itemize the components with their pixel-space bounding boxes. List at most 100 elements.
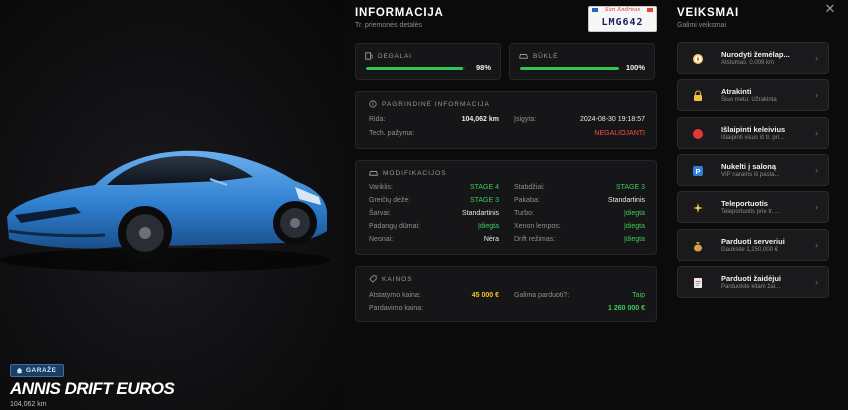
garage-badge-label: GARAŽE bbox=[26, 367, 57, 374]
action-title: Nukelti į saloną bbox=[721, 162, 777, 171]
action-document[interactable]: Parduoti žaidėjui Parduokite kitam žai...… bbox=[677, 266, 829, 298]
condition-bar-fill bbox=[520, 67, 619, 70]
mod-value: STAGE 3 bbox=[615, 184, 645, 191]
mod-value: Įdiegta bbox=[623, 223, 645, 230]
prices-heading: KAINOS bbox=[382, 275, 413, 283]
action-parking[interactable]: P Nukelti į saloną VIP narams iš pasta... › bbox=[677, 154, 829, 186]
mod-value: Nėra bbox=[483, 236, 499, 243]
action-subtitle: Šiuo metu: Užrakinta bbox=[721, 97, 777, 103]
action-title: Parduoti žaidėjui bbox=[721, 274, 782, 283]
action-title: Atrakinti bbox=[721, 87, 752, 96]
mod-label: Turbo: bbox=[514, 210, 534, 217]
garage-badge: GARAŽE bbox=[10, 364, 65, 377]
flag-icon bbox=[646, 8, 653, 12]
vehicle-preview: GARAŽE ANNIS DRIFT EUROS 104,062 km bbox=[0, 0, 345, 410]
mod-label: Variklis: bbox=[369, 184, 393, 191]
action-subtitle: Parduokite kitam žai... bbox=[721, 284, 781, 290]
tag-icon bbox=[369, 275, 377, 283]
mod-value: STAGE 4 bbox=[469, 184, 499, 191]
mileage-label: Rida: bbox=[369, 116, 386, 123]
restore-price-label: Atstatymo kaina: bbox=[369, 292, 421, 299]
compass-icon bbox=[691, 52, 705, 66]
tech-label: Tech. pažyma: bbox=[369, 130, 415, 137]
flag-icon bbox=[592, 8, 598, 12]
car-name: ANNIS DRIFT EUROS bbox=[10, 379, 175, 398]
close-icon: ✕ bbox=[824, 1, 836, 16]
fuel-card: DEGALAI 98% bbox=[355, 43, 501, 80]
sale-price-label: Pardavimo kaina: bbox=[369, 305, 424, 312]
fuel-bar bbox=[366, 67, 465, 70]
modifications-card: MODIFIKACIJOS Variklis: STAGE 4 Greičių dė… bbox=[355, 160, 657, 255]
mod-value: Įdiegta bbox=[623, 236, 645, 243]
mod-value: STAGE 3 bbox=[469, 197, 499, 204]
action-title: Parduoti serveriui bbox=[721, 237, 785, 246]
basic-info-card: PAGRINDINĖ INFORMACIJA Rida: 104,062 km … bbox=[355, 91, 657, 149]
mod-row: Šarvai: Standartinis bbox=[369, 210, 499, 217]
close-button[interactable]: ✕ bbox=[820, 0, 840, 18]
mod-label: Neonai: bbox=[369, 236, 394, 243]
actions-subtitle: Galimi veiksmai bbox=[677, 22, 727, 29]
info-subtitle: Tr. priemonės detalės bbox=[355, 22, 423, 29]
chevron-right-icon: › bbox=[815, 128, 818, 138]
fuel-value: 98% bbox=[475, 63, 491, 72]
condition-value: 100% bbox=[625, 63, 645, 72]
mod-row: Variklis: STAGE 4 bbox=[369, 184, 499, 191]
mod-label: Greičių dėžė: bbox=[369, 197, 411, 204]
svg-text:P: P bbox=[695, 167, 700, 176]
info-icon bbox=[369, 100, 377, 108]
action-title: Nurodyti žemėlap... bbox=[721, 50, 790, 59]
mod-label: Padangų dūmai: bbox=[369, 223, 420, 230]
car-icon bbox=[519, 54, 528, 59]
mod-label: Drift režimas: bbox=[514, 236, 556, 243]
mod-value: Įdiegta bbox=[477, 223, 499, 230]
action-compass[interactable]: Nurodyti žemėlap... Atstumas: 0.008 km › bbox=[677, 42, 829, 74]
parking-icon: P bbox=[691, 164, 705, 178]
condition-label: BŪKLĖ bbox=[533, 52, 559, 60]
action-subtitle: Teleportuotis prie tr. ... bbox=[721, 209, 781, 215]
sale-price-value: 1 260 000 € bbox=[608, 305, 645, 312]
mod-row: Neonai: Nėra bbox=[369, 236, 499, 243]
mod-value: Įdiegta bbox=[623, 210, 645, 217]
acquired-value: 2024-08-30 19:18:57 bbox=[580, 116, 645, 123]
plate-state: San Andreas bbox=[604, 7, 641, 13]
chevron-right-icon: › bbox=[815, 202, 818, 212]
mod-label: Stabdžiai: bbox=[514, 184, 545, 191]
action-sparkle[interactable]: Teleportuotis Teleportuotis prie tr. ... › bbox=[677, 191, 829, 223]
prices-card: KAINOS Atstatymo kaina: 45 000 € Galima … bbox=[355, 266, 657, 322]
action-money-bag[interactable]: Parduoti serveriui Gauksite 1,250,000 € › bbox=[677, 229, 829, 261]
action-title: Išlaipinti keleivius bbox=[721, 125, 786, 134]
mod-row: Turbo: Įdiegta bbox=[514, 210, 645, 217]
chevron-right-icon: › bbox=[815, 240, 818, 250]
eject-icon bbox=[691, 127, 705, 141]
actions-title: VEIKSMAI bbox=[677, 7, 739, 19]
action-subtitle: Išlaipinti visus iš tr. pri... bbox=[721, 135, 785, 141]
chevron-right-icon: › bbox=[815, 277, 818, 287]
car-mileage: 104,062 km bbox=[10, 401, 47, 408]
condition-card: BŪKLĖ 100% bbox=[509, 43, 655, 80]
fuel-label: DEGALAI bbox=[378, 52, 412, 60]
acquired-label: Įsigyta: bbox=[514, 116, 537, 123]
mod-label: Šarvai: bbox=[369, 210, 391, 217]
action-eject[interactable]: Išlaipinti keleivius Išlaipinti visus iš … bbox=[677, 117, 829, 149]
lock-icon bbox=[691, 89, 705, 103]
basic-info-heading: PAGRINDINĖ INFORMACIJA bbox=[382, 100, 490, 108]
plate-number: LMG642 bbox=[601, 17, 644, 28]
document-icon bbox=[691, 276, 705, 290]
car-image bbox=[0, 150, 330, 272]
mod-row: Pakaba: Standartinis bbox=[514, 197, 645, 204]
sparkle-icon bbox=[691, 201, 705, 215]
sellable-label: Galima parduoti?: bbox=[514, 292, 570, 299]
action-title: Teleportuotis bbox=[721, 199, 768, 208]
action-subtitle: VIP narams iš pasta... bbox=[721, 172, 780, 178]
car-icon bbox=[369, 171, 378, 176]
home-icon bbox=[16, 367, 23, 374]
chevron-right-icon: › bbox=[815, 53, 818, 63]
money-bag-icon bbox=[691, 239, 705, 253]
action-subtitle: Gauksite 1,250,000 € bbox=[721, 247, 779, 253]
action-lock[interactable]: Atrakinti Šiuo metu: Užrakinta › bbox=[677, 79, 829, 111]
action-subtitle: Atstumas: 0.008 km bbox=[721, 60, 775, 66]
mod-row: Greičių dėžė: STAGE 3 bbox=[369, 197, 499, 204]
fuel-icon bbox=[365, 52, 373, 60]
condition-bar bbox=[520, 67, 619, 70]
info-title: INFORMACIJA bbox=[355, 7, 444, 19]
